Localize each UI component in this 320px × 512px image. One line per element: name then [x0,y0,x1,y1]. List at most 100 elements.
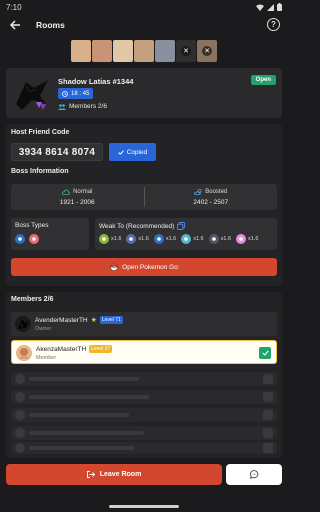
back-button[interactable] [8,18,22,32]
avatar [16,345,32,361]
boosted-cp: 2402 - 2507 [193,198,229,206]
member-row[interactable]: AkenzaMasterTH Level 37 Member [11,340,277,364]
boss-card: Shadow Latias #1344 18 : 45 Members 2/6 … [6,68,282,118]
timer-value: 18 : 45 [71,90,90,97]
ghost-type-icon [126,234,137,244]
ready-check-icon [259,347,271,359]
friend-code-field[interactable]: 3934 8614 8074 [11,143,103,161]
room-info-card: Host Friend Code 3934 8614 8074 Copied B… [6,124,282,286]
chat-bubble-icon [249,470,258,479]
image-strip: ✕ ✕ [71,40,217,62]
close-icon[interactable]: ✕ [202,46,212,56]
member-role: Owner [35,326,52,332]
clock-icon [62,90,68,97]
status-time: 7:10 [6,2,22,12]
help-button[interactable]: ? [267,18,280,31]
weakness-multiplier: x1.6 [248,236,259,242]
empty-slot-placeholder [11,426,277,440]
chat-button[interactable] [226,464,282,485]
thumbnail-image[interactable] [71,40,91,62]
dark-type-icon [208,234,219,244]
copy-icon[interactable] [177,222,186,230]
copy-button-label: Copied [126,148,148,156]
weakness-multiplier: x1.6 [220,236,232,242]
weak-types-row: x1.6 x1.6 x1.6 x1.6 x1.6 x1.6 [99,234,258,244]
copy-button[interactable]: Copied [109,143,156,161]
status-icons [256,3,282,11]
exit-icon [86,471,95,478]
battery-icon [277,3,282,11]
normal-label: Normal [73,188,93,195]
boss-types-box: Boss Types [11,218,89,250]
empty-slot-placeholder [11,372,277,386]
page-title: Rooms [36,20,65,30]
status-badge: Open [250,75,276,85]
ice-type-icon [181,234,192,244]
empty-slot-placeholder [11,390,277,404]
cp-boosted: Boosted 2402 - 2507 [145,184,278,210]
status-bar: 7:10 [0,0,288,14]
normal-cp: 1921 - 2006 [59,198,95,206]
leave-room-button[interactable]: Leave Room [6,464,222,485]
dragon-type-icon [15,234,25,244]
members-count: Members 2/6 [58,103,107,110]
member-name: AvenderMasterTH [35,316,88,324]
boss-info-box: Normal 1921 - 2006 Boosted 2402 - 2507 [11,184,277,210]
cloud-icon [62,189,71,195]
people-icon [58,103,66,110]
members-card: Members 2/6 AvenderMasterTH ★ Level 71 O… [6,292,282,458]
members-label: Members 2/6 [11,296,54,303]
fairy-type-icon [236,234,247,244]
thumbnail-image[interactable]: ✕ [197,40,217,62]
boosted-label: Boosted [205,188,228,195]
signal-icon [267,3,274,11]
boss-types-label: Boss Types [15,222,49,229]
thumbnail-image[interactable] [92,40,112,62]
close-icon[interactable]: ✕ [181,46,191,56]
weakness-item: x1.6 [126,234,149,244]
weakness-item: x1.6 [153,234,176,244]
boss-image [12,74,52,114]
psychic-type-icon [29,234,39,244]
empty-slot-placeholder [11,442,277,454]
level-badge: Level 71 [99,316,123,324]
boss-name: Shadow Latias #1344 [58,77,134,86]
weakness-item: x1.6 [181,234,204,244]
dragon-type-icon [153,234,164,244]
weakness-item: x1.6 [99,234,121,244]
member-name-line: AvenderMasterTH ★ Level 71 [35,316,123,324]
thumbnail-image[interactable]: ✕ [176,40,196,62]
member-name-line: AkenzaMasterTH Level 37 [36,345,113,353]
members-count-label: Members 2/6 [69,103,107,110]
weakness-item: x1.6 [208,234,232,244]
boss-info-label: Boss Information [11,168,69,175]
arrow-left-icon [9,20,20,30]
check-icon [117,149,124,155]
member-row[interactable]: AvenderMasterTH ★ Level 71 Owner [11,312,277,336]
weakness-multiplier: x1.6 [111,236,122,242]
cloud-sun-icon [194,188,202,195]
weakness-multiplier: x1.6 [193,236,204,242]
open-pokemon-go-label: Open Pokemon Go [122,263,178,271]
level-badge: Level 37 [89,345,113,353]
cp-normal: Normal 1921 - 2006 [11,184,144,210]
timer-badge: 18 : 45 [58,88,94,99]
bug-type-icon [99,234,109,244]
owner-star-icon: ★ [90,317,97,324]
thumbnail-image[interactable] [155,40,175,62]
gesture-nav-handle[interactable] [109,505,179,508]
weak-to-box: Weak To (Recommended) x1.6 x1.6 x1.6 x1.6 x1… [95,218,277,250]
thumbnail-image[interactable] [113,40,133,62]
pokeball-icon [110,263,119,271]
thumbnail-image[interactable] [134,40,154,62]
leave-room-label: Leave Room [99,471,142,478]
member-role: Member [36,355,57,361]
open-pokemon-go-button[interactable]: Open Pokemon Go [11,258,277,276]
wifi-icon [256,4,264,11]
avatar [15,316,31,332]
weakness-multiplier: x1.6 [138,236,149,242]
empty-slot-placeholder [11,408,277,422]
weak-to-label: Weak To (Recommended) [99,222,175,230]
weakness-item: x1.6 [236,234,258,244]
boss-types-row [15,234,39,244]
